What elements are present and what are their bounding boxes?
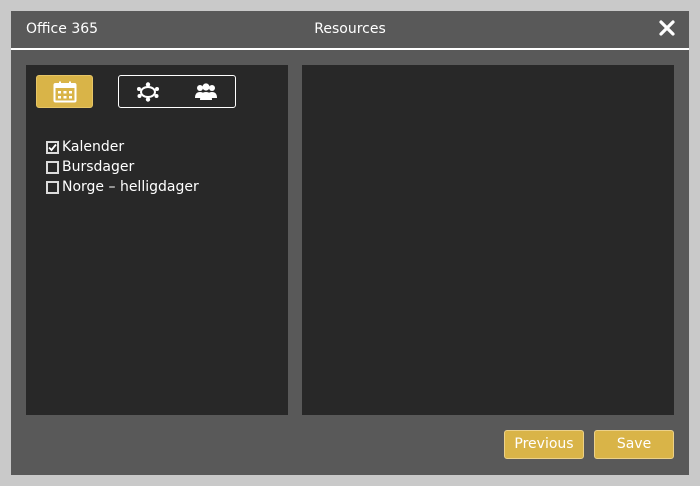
calendar-view-button[interactable] — [36, 75, 93, 108]
resource-detail-panel — [302, 65, 674, 415]
dialog-header: Office 365 Resources — [11, 11, 689, 50]
dialog-title: Resources — [314, 21, 386, 37]
resources-dialog: Office 365 Resources Kalender Bursdager … — [11, 11, 689, 475]
resource-type-toggle — [118, 75, 236, 108]
calendar-list-panel: Kalender Bursdager Norge – helligdager — [26, 65, 288, 415]
rooms-icon[interactable] — [136, 81, 160, 103]
previous-button[interactable]: Previous — [504, 430, 584, 459]
calendar-item-label: Norge – helligdager — [62, 179, 199, 195]
close-icon[interactable] — [657, 18, 677, 38]
calendar-item-label: Kalender — [62, 139, 125, 155]
calendar-icon — [53, 81, 77, 107]
checkbox-checked[interactable] — [46, 140, 59, 154]
checkbox-unchecked[interactable] — [46, 180, 59, 194]
calendar-item-bursdager[interactable]: Bursdager — [46, 157, 199, 177]
calendar-item-label: Bursdager — [62, 159, 135, 175]
calendar-list: Kalender Bursdager Norge – helligdager — [46, 137, 199, 197]
calendar-item-kalender[interactable]: Kalender — [46, 137, 199, 157]
save-button[interactable]: Save — [594, 430, 674, 459]
checkbox-unchecked[interactable] — [46, 160, 59, 174]
calendar-item-norge-helligdager[interactable]: Norge – helligdager — [46, 177, 199, 197]
people-group-icon[interactable] — [194, 81, 218, 103]
